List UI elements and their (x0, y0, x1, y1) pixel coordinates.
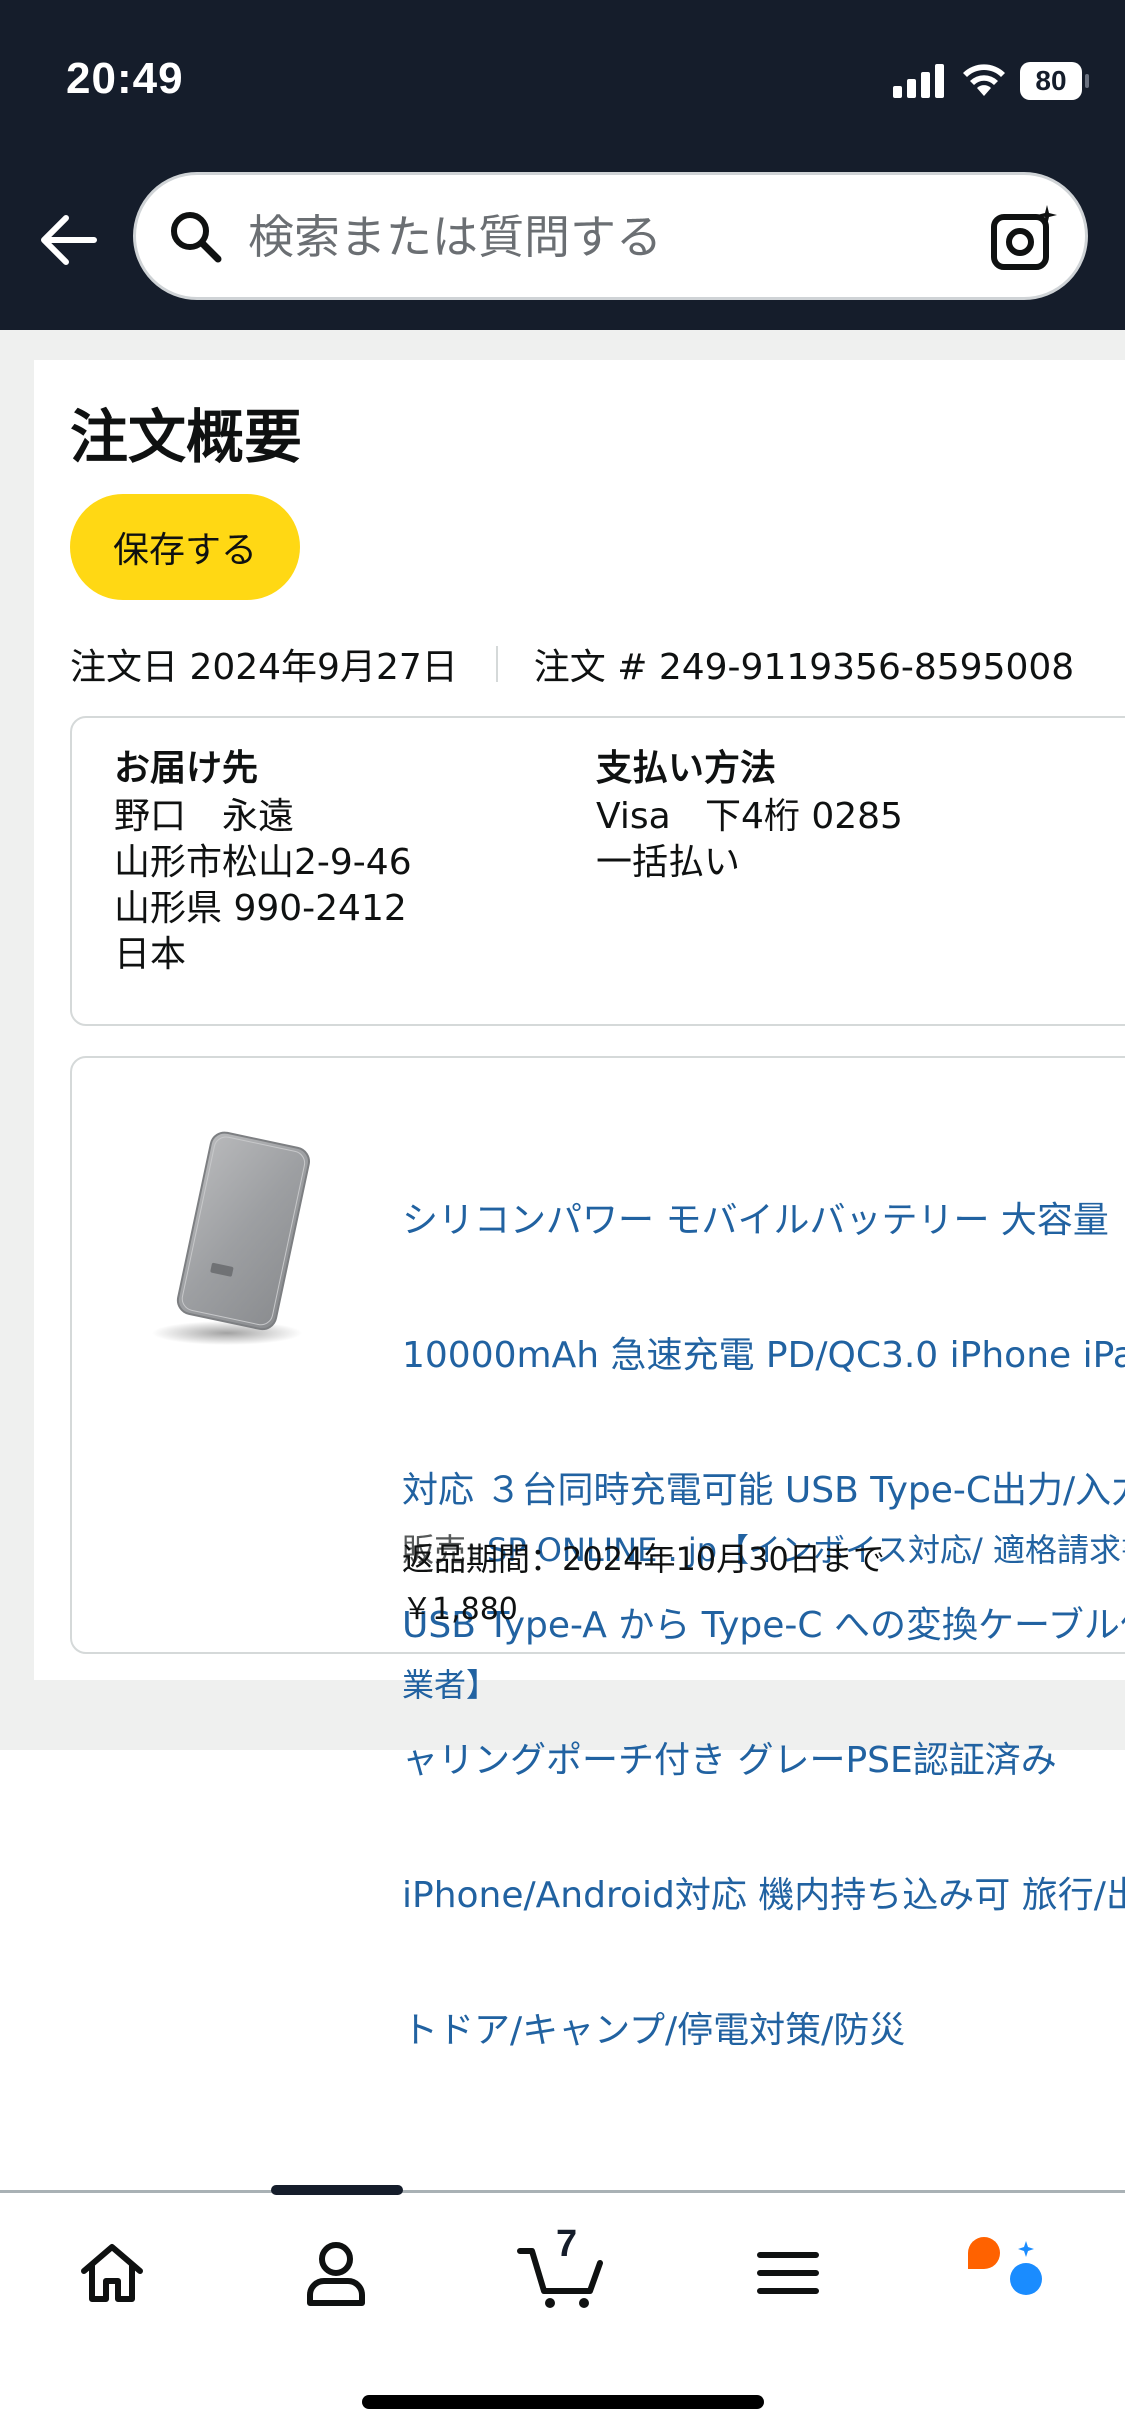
page-title: 注文概要 (70, 403, 303, 471)
camera-search-icon[interactable] (989, 203, 1059, 273)
address-line: 山形市松山2-9-46 (114, 842, 412, 883)
search-bar[interactable] (133, 172, 1088, 300)
order-date: 注文日 2024年9月27日 (70, 647, 458, 688)
home-icon[interactable] (72, 2233, 152, 2313)
address-line: 山形県 990-2412 (114, 888, 407, 929)
status-time: 20:49 (66, 54, 184, 103)
battery-indicator: 80 (1020, 62, 1089, 100)
payment-line: Visa 下4桁 0285 (596, 796, 903, 837)
address-line: 日本 (114, 934, 187, 975)
cart-count-badge: 7 (556, 2223, 578, 2265)
payment-line: 一括払い (596, 842, 741, 883)
cellular-signal-icon (893, 64, 944, 98)
shipping-heading: お届け先 (114, 748, 259, 789)
top-header: 20:49 80 (0, 0, 1125, 330)
save-button[interactable]: 保存する (70, 494, 300, 600)
return-period: 返品期間：2024年10月30日まで (402, 1540, 885, 1578)
shipping-payment-box: お届け先 野口 永遠 山形市松山2-9-46 山形県 990-2412 日本 支… (70, 716, 1125, 1026)
product-title-line: シリコンパワー モバイルバッテリー 大容量 (402, 1200, 1109, 1241)
payment-method: 支払い方法 Visa 下4桁 0285 一括払い (596, 746, 903, 886)
order-meta: 注文日 2024年9月27日 注文 # 249-9119356-8595008 (70, 638, 1074, 690)
order-item-box: シリコンパワー モバイルバッテリー 大容量 10000mAh 急速充電 PD/Q… (70, 1056, 1125, 2051)
main-content: 注文概要 保存する 注文日 2024年9月27日 注文 # 249-911935… (0, 330, 1125, 2051)
back-arrow-icon[interactable] (36, 210, 100, 270)
address-line: 野口 永遠 (114, 796, 295, 837)
seller-link-cont[interactable]: 業者】 (402, 1666, 498, 1704)
product-title-line: トドア/キャンプ/停電対策/防災 (402, 2010, 906, 2051)
search-input[interactable] (248, 199, 948, 275)
product-image[interactable] (132, 1118, 332, 1368)
item-price: ￥1,880 (402, 1592, 518, 1627)
search-icon (171, 212, 222, 263)
wifi-icon (963, 64, 1005, 96)
product-title-line: 10000mAh 急速充電 PD/QC3.0 iPhone iPad (402, 1335, 1125, 1376)
home-indicator (362, 2395, 764, 2409)
account-icon[interactable] (296, 2233, 376, 2313)
payment-heading: 支払い方法 (596, 748, 777, 789)
rufus-icon[interactable] (964, 2233, 1054, 2313)
order-summary-card: 注文概要 保存する 注文日 2024年9月27日 注文 # 249-911935… (34, 360, 1125, 2051)
product-title-line: iPhone/Android対応 機内持ち込み可 旅行/出張 (402, 1875, 1125, 1916)
menu-icon[interactable] (748, 2233, 828, 2313)
active-tab-indicator (271, 2185, 403, 2195)
bottom-nav: 7 (0, 2185, 1125, 2436)
divider (495, 646, 498, 682)
order-number: 注文 # 249-9119356-8595008 (533, 647, 1075, 688)
shipping-address: お届け先 野口 永遠 山形市松山2-9-46 山形県 990-2412 日本 (114, 746, 412, 978)
